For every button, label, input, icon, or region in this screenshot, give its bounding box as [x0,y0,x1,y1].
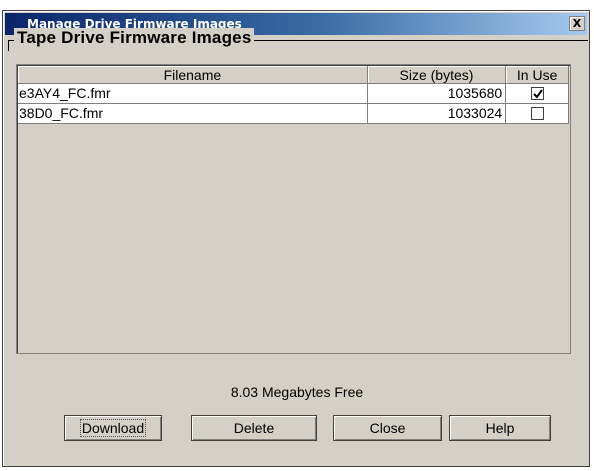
size-cell[interactable]: 1033024 [367,104,507,124]
in-use-checkbox[interactable] [530,107,544,120]
help-button[interactable]: Help [449,415,551,441]
in-use-cell[interactable] [506,104,569,124]
firmware-table: Filename Size (bytes) In Use e3AY4_FC.fm… [16,64,571,354]
download-button-label: Download [79,419,147,437]
table-row[interactable]: e3AY4_FC.fmr 1035680 [18,84,569,104]
table-row[interactable]: 38D0_FC.fmr 1033024 [18,104,569,124]
in-use-checkbox[interactable] [530,87,544,100]
in-use-cell[interactable] [506,84,569,104]
column-header-filename[interactable]: Filename [18,66,368,84]
column-header-in-use[interactable]: In Use [506,66,570,84]
close-button-label: Close [369,420,406,436]
help-button-label: Help [485,420,515,436]
group-title: Tape Drive Firmware Images [14,28,255,48]
table-header: Filename Size (bytes) In Use [18,66,570,84]
close-icon[interactable]: X [569,16,585,31]
delete-button[interactable]: Delete [191,415,317,441]
column-header-size[interactable]: Size (bytes) [367,66,507,84]
checkmark-icon [532,89,543,99]
table-body: e3AY4_FC.fmr 1035680 38D0_FC.fmr 1033024 [18,84,569,352]
delete-button-label: Delete [233,420,275,436]
free-space-label: 8.03 Megabytes Free [230,384,364,400]
size-cell[interactable]: 1035680 [367,84,507,104]
close-button[interactable]: Close [333,415,442,441]
filename-cell[interactable]: e3AY4_FC.fmr [18,84,368,104]
download-button[interactable]: Download [64,415,162,441]
filename-cell[interactable]: 38D0_FC.fmr [18,104,368,124]
